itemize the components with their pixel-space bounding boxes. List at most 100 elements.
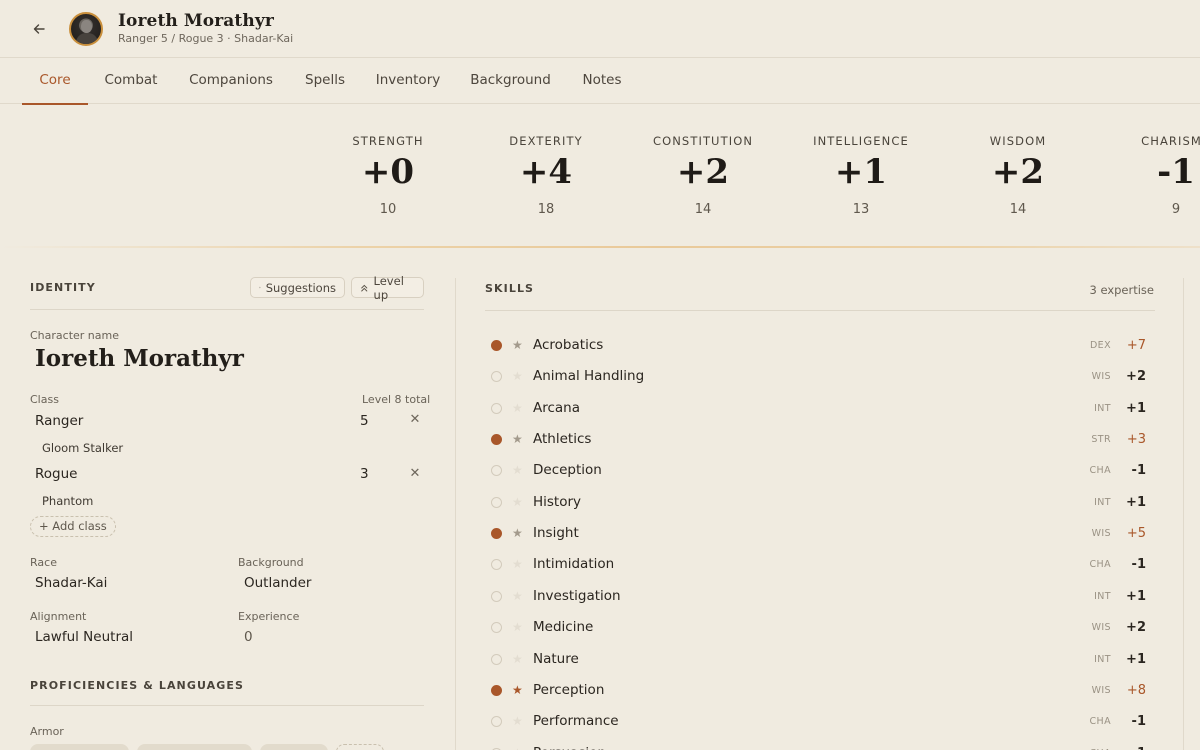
- proficiency-toggle[interactable]: [491, 340, 502, 351]
- tab-inventory[interactable]: Inventory: [373, 58, 443, 104]
- ability-score: 13: [852, 202, 870, 217]
- skill-modifier: +3: [1126, 432, 1146, 448]
- skill-row[interactable]: ★ Intimidation CHA -1: [486, 553, 1156, 577]
- close-icon: ✕: [409, 412, 421, 427]
- add-armor-chip[interactable]: [336, 744, 384, 750]
- tab-background[interactable]: Background: [467, 58, 554, 104]
- skill-row[interactable]: ★ Perception WIS +8: [486, 679, 1156, 703]
- ability-modifier: +0: [361, 152, 415, 192]
- skill-row[interactable]: ★ Investigation INT +1: [486, 585, 1156, 609]
- expertise-star-icon[interactable]: ★: [512, 401, 523, 415]
- identity-section-label: IDENTITY: [30, 281, 96, 294]
- background-input[interactable]: Outlander: [244, 575, 311, 591]
- proficiency-toggle[interactable]: [491, 465, 502, 477]
- skill-modifier: +1: [1126, 651, 1146, 667]
- add-class-button[interactable]: + Add class: [30, 516, 116, 537]
- skill-modifier: -1: [1131, 557, 1146, 573]
- expertise-star-icon[interactable]: ★: [512, 589, 523, 603]
- class-name-input[interactable]: Rogue: [35, 466, 77, 482]
- suggestions-button[interactable]: Suggestions: [250, 277, 345, 298]
- level-up-button[interactable]: Level up: [351, 274, 424, 302]
- subclass-input[interactable]: Phantom: [42, 494, 93, 508]
- armor-chip[interactable]: [137, 744, 252, 750]
- skill-row[interactable]: ★ Animal Handling WIS +2: [486, 365, 1156, 389]
- skill-name: Arcana: [533, 399, 581, 416]
- expertise-star-icon[interactable]: ★: [512, 683, 523, 697]
- proficiency-toggle[interactable]: [491, 434, 502, 446]
- expertise-star-icon[interactable]: ★: [512, 714, 523, 728]
- proficiency-toggle[interactable]: [491, 684, 502, 696]
- tab-combat[interactable]: Combat: [102, 58, 160, 104]
- tab-spells[interactable]: Spells: [300, 58, 350, 104]
- skill-modifier: -1: [1131, 714, 1146, 730]
- tab-notes[interactable]: Notes: [578, 58, 626, 104]
- class-level-input[interactable]: 3: [360, 466, 369, 482]
- ability-name: CHARISMA: [1141, 134, 1200, 148]
- skills-section-label: SKILLS: [485, 282, 535, 295]
- skill-row[interactable]: ★ Athletics STR +3: [486, 428, 1156, 452]
- class-name-input[interactable]: Ranger: [35, 413, 83, 429]
- skill-row[interactable]: ★ Medicine WIS +2: [486, 616, 1156, 640]
- back-button[interactable]: [28, 18, 50, 40]
- skill-row[interactable]: ★ Acrobatics DEX +7: [486, 334, 1156, 358]
- armor-chip[interactable]: [30, 744, 129, 750]
- tab-companions[interactable]: Companions: [186, 58, 276, 104]
- skill-name: Medicine: [533, 619, 594, 636]
- proficiency-toggle[interactable]: [491, 622, 502, 634]
- tab-core[interactable]: Core: [22, 58, 88, 105]
- avatar[interactable]: [69, 12, 103, 46]
- expertise-star-icon[interactable]: ★: [512, 369, 523, 383]
- remove-class-button[interactable]: ✕: [407, 412, 423, 428]
- ability-name: CONSTITUTION: [652, 134, 754, 148]
- expertise-star-icon[interactable]: ★: [512, 338, 523, 352]
- skill-name: Perception: [533, 681, 605, 698]
- armor-chip[interactable]: [260, 744, 328, 750]
- expertise-star-icon[interactable]: ★: [512, 495, 523, 509]
- expertise-star-icon[interactable]: ★: [512, 557, 523, 571]
- close-icon: ✕: [409, 466, 421, 481]
- race-input[interactable]: Shadar-Kai: [35, 575, 107, 591]
- expertise-star-icon[interactable]: ★: [512, 526, 523, 540]
- character-name-input[interactable]: Ioreth Morathyr: [35, 345, 244, 372]
- proficiency-toggle[interactable]: [491, 496, 502, 508]
- proficiency-toggle[interactable]: [491, 716, 502, 728]
- skill-row[interactable]: ★ Nature INT +1: [486, 648, 1156, 672]
- proficiency-toggle[interactable]: [491, 590, 502, 602]
- skill-modifier: +1: [1126, 400, 1146, 416]
- skill-modifier: +2: [1126, 620, 1146, 636]
- skill-ability: DEX: [1089, 340, 1111, 351]
- experience-input[interactable]: 0: [244, 629, 253, 645]
- skill-row[interactable]: ★PersuasionCHA-1: [486, 742, 1156, 750]
- page-title: Ioreth Morathyr: [118, 11, 274, 31]
- skill-row[interactable]: ★ Performance CHA -1: [486, 710, 1156, 734]
- expertise-star-icon[interactable]: ★: [512, 432, 523, 446]
- class-level-input[interactable]: 5: [360, 413, 369, 429]
- proficiency-toggle[interactable]: [491, 402, 502, 414]
- proficiency-toggle[interactable]: [491, 559, 502, 571]
- expertise-star-icon[interactable]: ★: [512, 620, 523, 634]
- proficiency-toggle[interactable]: [491, 528, 502, 540]
- skill-name: Acrobatics: [533, 337, 604, 353]
- skill-row[interactable]: ★ Deception CHA -1: [486, 459, 1156, 483]
- expertise-star-icon[interactable]: ★: [512, 652, 523, 666]
- ability-score: 14: [1009, 202, 1027, 217]
- skill-row[interactable]: ★ History INT +1: [486, 491, 1156, 515]
- skill-row[interactable]: ★ Insight WIS +5: [486, 522, 1156, 546]
- level-up-label: Level up: [373, 273, 404, 302]
- proficiency-toggle[interactable]: [491, 371, 502, 383]
- proficiency-toggle[interactable]: [491, 653, 502, 665]
- skill-name: Insight: [533, 525, 579, 542]
- expertise-star-icon[interactable]: ★: [512, 463, 523, 477]
- ability-score: 10: [379, 202, 397, 217]
- skill-name: Investigation: [533, 587, 621, 604]
- expertise-star-icon[interactable]: ★: [512, 746, 523, 750]
- skill-row[interactable]: ★ Arcana INT +1: [486, 397, 1156, 421]
- ability-score: 14: [694, 202, 712, 217]
- column-divider: [455, 278, 456, 750]
- skill-ability: STR: [1091, 434, 1111, 446]
- alignment-input[interactable]: Lawful Neutral: [35, 629, 133, 645]
- avatar-body: [76, 33, 98, 44]
- subclass-input[interactable]: Gloom Stalker: [42, 441, 123, 455]
- skill-name: Animal Handling: [533, 368, 645, 385]
- remove-class-button[interactable]: ✕: [407, 466, 423, 482]
